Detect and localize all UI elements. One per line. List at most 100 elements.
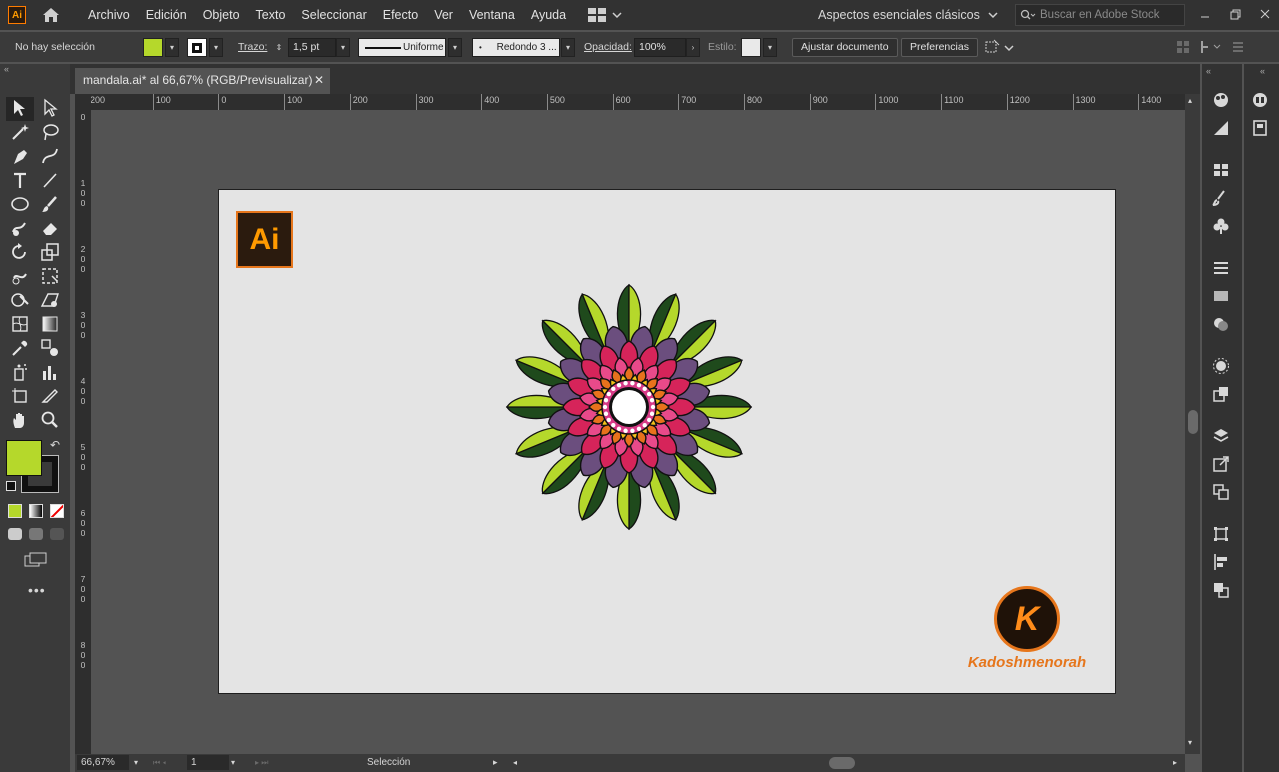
symbols-panel-button[interactable] xyxy=(1211,216,1231,236)
transform-panel-panel-button[interactable] xyxy=(1211,524,1231,544)
draw-normal-icon[interactable] xyxy=(8,528,22,540)
pen-tool[interactable] xyxy=(8,145,32,167)
last-page-icon[interactable]: ▸ ⏭ xyxy=(255,755,268,770)
close-window-button[interactable] xyxy=(1254,3,1276,25)
profile-dropdown[interactable]: ▾ xyxy=(448,38,462,57)
blend-tool[interactable] xyxy=(38,337,62,359)
draw-inside-icon[interactable] xyxy=(50,528,64,540)
perspective-tool[interactable] xyxy=(38,289,62,311)
color-panel-panel-button[interactable] xyxy=(1211,90,1231,110)
align-panel-panel-button[interactable] xyxy=(1211,552,1231,572)
default-colors-icon[interactable] xyxy=(6,481,16,491)
mesh-tool[interactable] xyxy=(8,313,32,335)
stock-search-input[interactable]: Buscar en Adobe Stock xyxy=(1015,4,1185,26)
artboards-panel-button[interactable] xyxy=(1211,482,1231,502)
stroke-weight-field[interactable]: 1,5 pt xyxy=(288,38,336,57)
menu-ayuda[interactable]: Ayuda xyxy=(523,0,574,30)
color-guide-panel-button[interactable] xyxy=(1211,118,1231,138)
shaper-tool[interactable] xyxy=(8,217,32,239)
preferences-button[interactable]: Preferencias xyxy=(901,38,978,57)
zoom-dropdown[interactable]: ▾ xyxy=(130,755,142,770)
symbol-sprayer-tool[interactable] xyxy=(8,361,32,383)
horizontal-scroll-thumb[interactable] xyxy=(829,757,855,769)
fill-swatch[interactable] xyxy=(6,440,42,476)
stroke-stepper[interactable]: ⇕ xyxy=(272,38,286,57)
close-tab-icon[interactable]: ✕ xyxy=(314,68,324,93)
swatches-panel-button[interactable] xyxy=(1211,160,1231,180)
artboard-tool[interactable] xyxy=(8,385,32,407)
rotate-tool[interactable] xyxy=(8,241,32,263)
edit-toolbar-icon[interactable]: ••• xyxy=(28,582,46,598)
color-mode-icon[interactable] xyxy=(8,504,22,518)
curvature-tool[interactable] xyxy=(38,145,62,167)
selection-tool[interactable] xyxy=(8,97,32,119)
brush-dropdown[interactable]: ▾ xyxy=(561,38,575,57)
free-transform-tool[interactable] xyxy=(38,265,62,287)
page-dropdown[interactable]: ▾ xyxy=(231,755,235,770)
fill-color-swatch[interactable] xyxy=(143,38,163,57)
graph-tool[interactable] xyxy=(38,361,62,383)
arrange-documents-button[interactable] xyxy=(588,8,622,22)
fill-dropdown[interactable]: ▾ xyxy=(165,38,179,57)
zoom-field[interactable]: 66,67% xyxy=(77,755,129,770)
transparency-panel-button[interactable] xyxy=(1211,314,1231,334)
brush-select[interactable]: • Redondo 3 ... xyxy=(472,38,560,57)
scroll-down-icon[interactable]: ▾ xyxy=(1188,738,1192,747)
pathfinder-panel-button[interactable] xyxy=(1211,580,1231,600)
scale-tool[interactable] xyxy=(38,241,62,263)
vertical-scroll-thumb[interactable] xyxy=(1188,410,1198,434)
vertical-scrollbar[interactable]: ▴ ▾ xyxy=(1185,94,1200,754)
gradient-tool[interactable] xyxy=(38,313,62,335)
status-menu-arrow[interactable]: ▸ xyxy=(493,755,498,770)
menu-efecto[interactable]: Efecto xyxy=(375,0,426,30)
line-tool[interactable] xyxy=(38,169,62,191)
opacity-label[interactable]: Opacidad: xyxy=(584,32,632,62)
export-panel-button[interactable] xyxy=(1211,454,1231,474)
opacity-field[interactable]: 100% xyxy=(634,38,686,57)
ruler-origin[interactable] xyxy=(75,94,91,110)
expand-panels-icon-2[interactable]: « xyxy=(1260,66,1265,76)
document-tab[interactable]: mandala.ai* al 66,67% (RGB/Previsualizar… xyxy=(75,68,330,94)
menu-objeto[interactable]: Objeto xyxy=(195,0,248,30)
fit-document-button[interactable]: Ajustar documento xyxy=(792,38,898,57)
scroll-left-icon[interactable]: ◂ xyxy=(513,755,517,770)
properties-panel-button[interactable] xyxy=(1250,118,1270,138)
gradient-panel-panel-button[interactable] xyxy=(1211,286,1231,306)
libraries-panel-button[interactable] xyxy=(1250,90,1270,110)
hand-tool[interactable] xyxy=(8,409,32,431)
menu-edicion[interactable]: Edición xyxy=(138,0,195,30)
shape-builder-tool[interactable] xyxy=(8,289,32,311)
style-swatch[interactable] xyxy=(741,38,761,57)
expand-panels-icon[interactable]: « xyxy=(1206,66,1211,76)
screen-mode-icon[interactable] xyxy=(24,552,48,568)
home-button[interactable] xyxy=(40,4,62,26)
ellipse-tool[interactable] xyxy=(8,193,32,215)
draw-behind-icon[interactable] xyxy=(29,528,43,540)
menu-seleccionar[interactable]: Seleccionar xyxy=(293,0,374,30)
stroke-color-swatch[interactable] xyxy=(187,38,207,57)
magic-wand-tool[interactable] xyxy=(8,121,32,143)
eyedropper-tool[interactable] xyxy=(8,337,32,359)
minimize-button[interactable] xyxy=(1194,3,1216,25)
lasso-tool[interactable] xyxy=(38,121,62,143)
brushes-panel-button[interactable] xyxy=(1211,188,1231,208)
warp-tool[interactable] xyxy=(8,265,32,287)
stroke-panel-panel-button[interactable] xyxy=(1211,258,1231,278)
menu-archivo[interactable]: Archivo xyxy=(80,0,138,30)
style-dropdown[interactable]: ▾ xyxy=(763,38,777,57)
align-icon[interactable] xyxy=(1176,40,1190,54)
stroke-weight-dropdown[interactable]: ▾ xyxy=(336,38,350,57)
opacity-dropdown[interactable]: › xyxy=(686,38,700,57)
collapse-toolbar-icon[interactable]: « xyxy=(4,64,9,74)
stroke-dropdown[interactable]: ▾ xyxy=(209,38,223,57)
isolate-icon[interactable] xyxy=(1200,40,1222,54)
slice-tool[interactable] xyxy=(38,385,62,407)
first-page-icon[interactable]: ⏮ ◂ xyxy=(153,755,166,770)
scroll-right-icon[interactable]: ▸ xyxy=(1173,755,1177,770)
artboard[interactable]: Ai K Kadoshmenorah xyxy=(218,189,1116,694)
page-field[interactable]: 1 xyxy=(187,755,229,770)
paintbrush-tool[interactable] xyxy=(38,193,62,215)
type-tool[interactable] xyxy=(8,169,32,191)
menu-ventana[interactable]: Ventana xyxy=(461,0,523,30)
layers-panel-button[interactable] xyxy=(1211,426,1231,446)
